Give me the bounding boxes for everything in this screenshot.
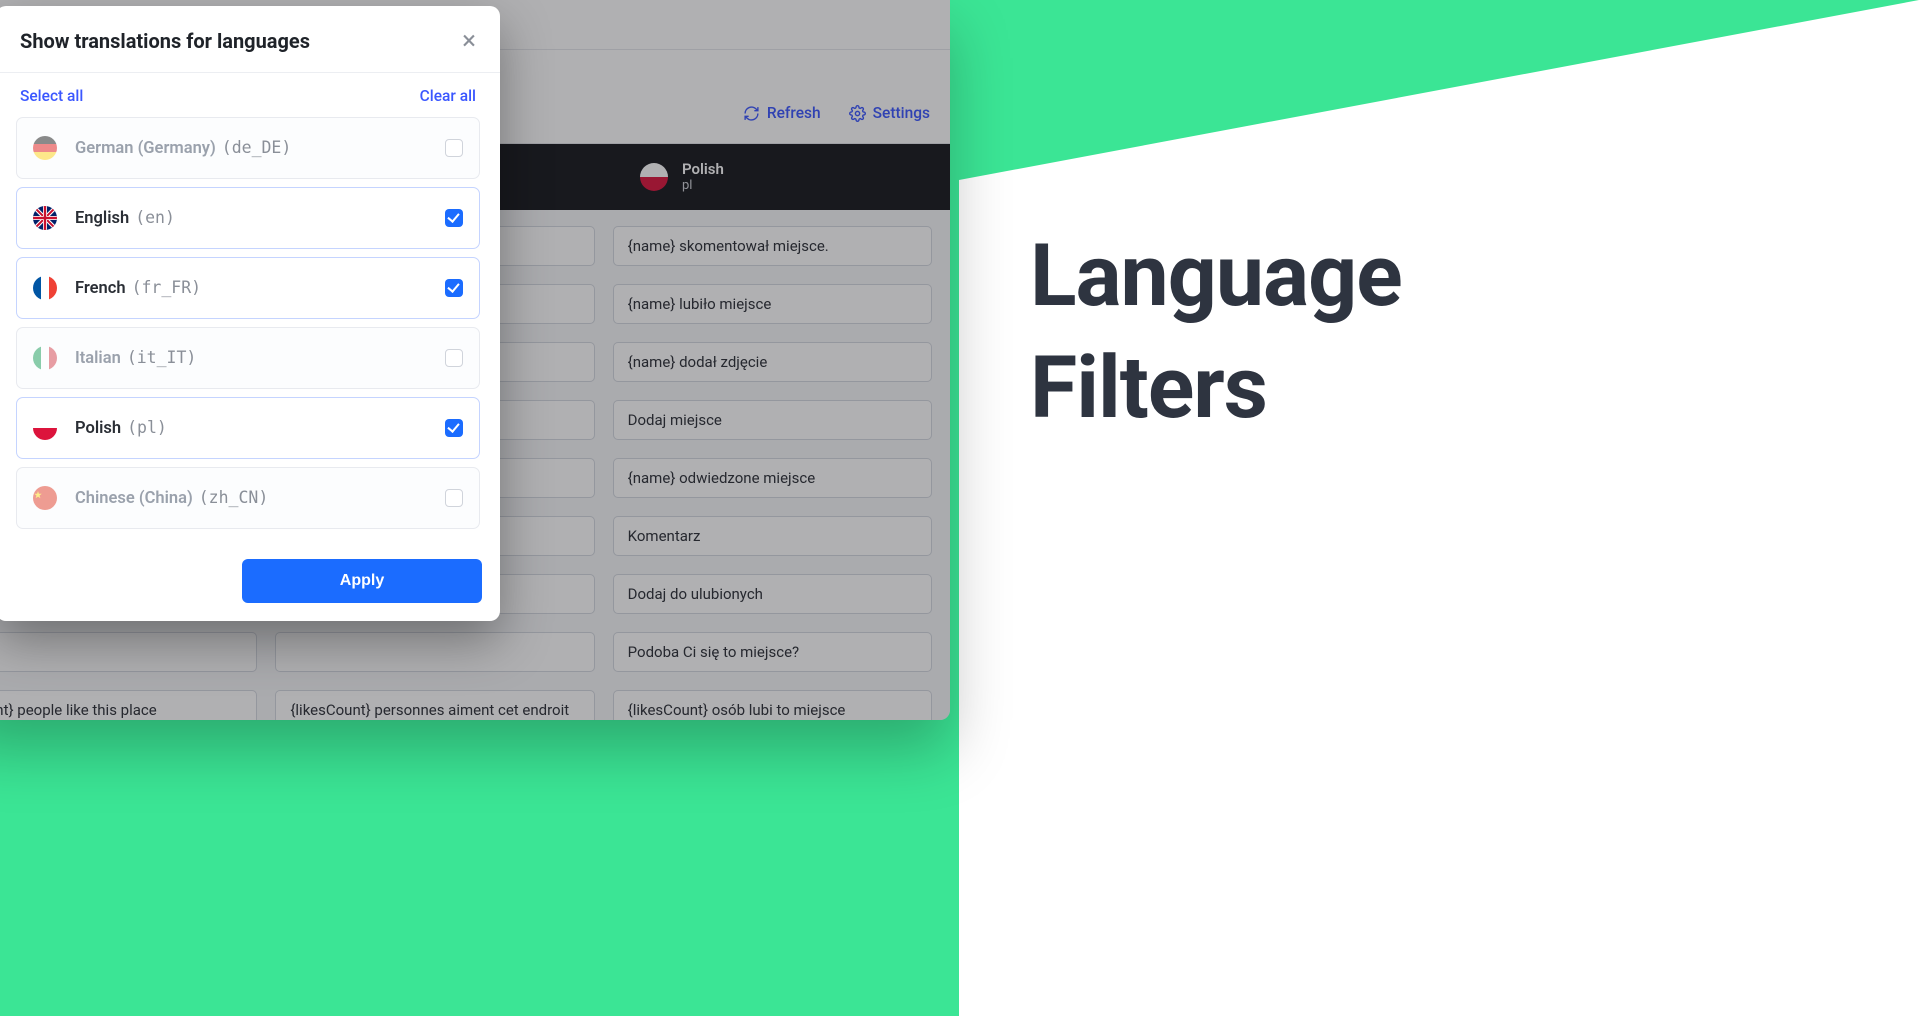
checkbox-checked-icon[interactable] [445,419,463,437]
clear-all-link[interactable]: Clear all [420,87,476,105]
checkbox-icon[interactable] [445,139,463,157]
flag-de-icon [33,136,57,160]
translation-cell-pl[interactable]: {name} odwiedzone miejsce [613,458,932,498]
language-option-pl[interactable]: Polish (pl) [16,397,480,459]
promo-title-line2: Filters [1030,332,1402,444]
table-row: esCount} people like this place {likesCou… [0,690,932,720]
gear-icon [849,105,866,122]
flag-pl-icon [33,416,57,440]
flag-fr-icon [33,276,57,300]
settings-label: Settings [873,104,930,122]
modal-title: Show translations for languages [20,29,310,53]
language-option-it_IT[interactable]: Italian (it_IT) [16,327,480,389]
language-filter-modal: Show translations for languages × Select… [0,6,500,621]
checkbox-icon[interactable] [445,349,463,367]
flag-cn-icon [33,486,57,510]
flag-polish-icon [640,163,668,191]
language-label: English (en) [75,208,175,228]
language-label: German (Germany) (de_DE) [75,138,291,158]
translation-cell-pl[interactable]: {name} lubiło miejsce [613,284,932,324]
translation-cell-pl[interactable]: {likesCount} osób lubi to miejsce [613,690,932,720]
translation-cell-pl[interactable]: {name} skomentował miejsce. [613,226,932,266]
checkbox-checked-icon[interactable] [445,209,463,227]
translation-cell-pl[interactable]: Komentarz [613,516,932,556]
language-option-fr_FR[interactable]: French (fr_FR) [16,257,480,319]
column-header-polish[interactable]: Polishpl [620,144,950,210]
header-actions: Refresh Settings [743,104,930,122]
language-label: Polish (pl) [75,418,167,438]
language-label: Italian (it_IT) [75,348,196,368]
promo-panel [959,0,1919,1016]
apply-button[interactable]: Apply [242,559,482,603]
translation-cell-pl[interactable]: {name} dodał zdjęcie [613,342,932,382]
translation-cell-pl[interactable]: Dodaj do ulubionych [613,574,932,614]
settings-button[interactable]: Settings [849,104,930,122]
checkbox-checked-icon[interactable] [445,279,463,297]
colh-code: pl [682,178,724,194]
language-option-de_DE[interactable]: German (Germany) (de_DE) [16,117,480,179]
checkbox-icon[interactable] [445,489,463,507]
language-label: French (fr_FR) [75,278,201,298]
language-label: Chinese (China) (zh_CN) [75,488,268,508]
app-screenshot: ns Z Refresh Settings Englishen Polishpl… [0,0,950,720]
table-row: like th Podoba Ci się to miejsce? [0,632,932,672]
language-list: German (Germany) (de_DE) English (en) Fren… [0,117,500,529]
translation-cell-pl[interactable]: Dodaj miejsce [613,400,932,440]
select-all-link[interactable]: Select all [20,87,83,105]
refresh-button[interactable]: Refresh [743,104,821,122]
language-option-zh_CN[interactable]: Chinese (China) (zh_CN) [16,467,480,529]
flag-uk-icon [33,206,57,230]
refresh-icon [743,105,760,122]
promo-title-line1: Language [1030,220,1402,332]
refresh-label: Refresh [767,104,821,122]
promo-title: Language Filters [1030,220,1402,444]
translation-cell-fr[interactable]: {likesCount} personnes aiment cet endroi… [275,690,594,720]
translation-cell-pl[interactable]: Podoba Ci się to miejsce? [613,632,932,672]
flag-it-icon [33,346,57,370]
translation-cell-fr[interactable] [275,632,594,672]
translation-cell-en[interactable]: esCount} people like this place [0,690,257,720]
close-icon[interactable]: × [462,28,476,54]
translation-cell-en[interactable]: like th [0,632,257,672]
language-option-en[interactable]: English (en) [16,187,480,249]
colh-lang: Polish [682,160,724,178]
